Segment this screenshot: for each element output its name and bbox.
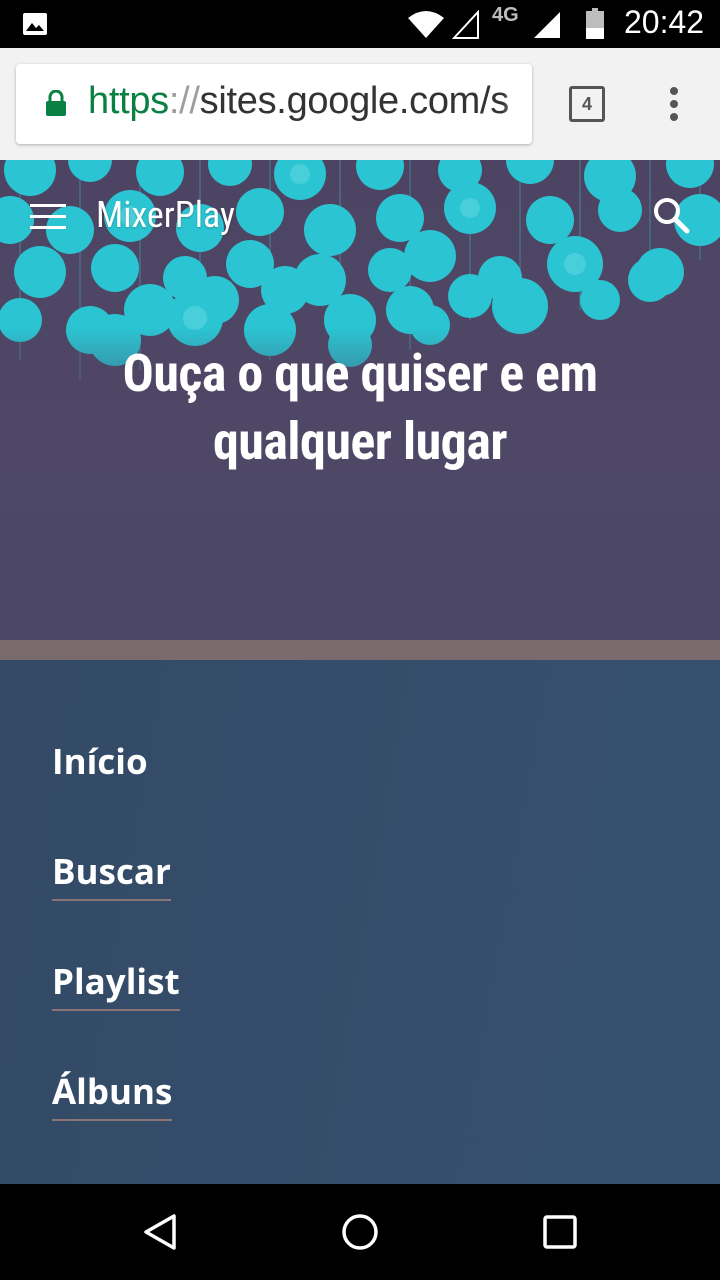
nav-item-playlist[interactable]: Playlist	[52, 958, 180, 1011]
nav-item-buscar[interactable]: Buscar	[52, 848, 171, 901]
system-navigation-bar	[0, 1184, 720, 1280]
gallery-icon	[23, 13, 47, 35]
browser-toolbar: https://sites.google.com/s 4	[0, 48, 720, 160]
lock-icon	[46, 90, 66, 116]
tabs-icon[interactable]: 4	[569, 86, 605, 122]
wifi-icon	[408, 11, 444, 38]
url-scheme: https	[88, 80, 169, 122]
hero-heading: Ouça o que quiser e em qualquer lugar	[122, 343, 598, 472]
hamburger-menu-icon[interactable]	[30, 204, 66, 230]
nav-item-inicio[interactable]: Início	[52, 738, 148, 789]
url-host: sites.google.com/s	[199, 80, 510, 122]
url-fade	[502, 64, 532, 144]
hero-banner: MixerPlay Ouça o que quiser e em qualque…	[0, 160, 720, 640]
nav-item-albuns[interactable]: Álbuns	[52, 1068, 173, 1121]
back-icon[interactable]	[140, 1212, 180, 1252]
signal-icon	[452, 10, 479, 39]
status-bar: 4G 20:42	[0, 0, 720, 48]
network-type: 4G	[492, 4, 519, 26]
site-title[interactable]: MixerPlay	[96, 194, 235, 236]
address-bar[interactable]: https://sites.google.com/s	[16, 64, 532, 144]
url-separator: ://	[168, 80, 200, 122]
url-text[interactable]: https://sites.google.com/s	[88, 80, 509, 123]
section-divider	[0, 640, 720, 660]
overflow-menu-icon[interactable]	[660, 86, 688, 122]
recents-icon[interactable]	[542, 1214, 578, 1250]
clock: 20:42	[624, 4, 705, 40]
search-icon[interactable]	[652, 196, 690, 234]
site-navigation: Início Buscar Playlist Álbuns	[0, 660, 720, 1184]
home-icon[interactable]	[340, 1212, 380, 1252]
battery-icon	[586, 8, 604, 39]
signal-icon	[534, 12, 560, 38]
